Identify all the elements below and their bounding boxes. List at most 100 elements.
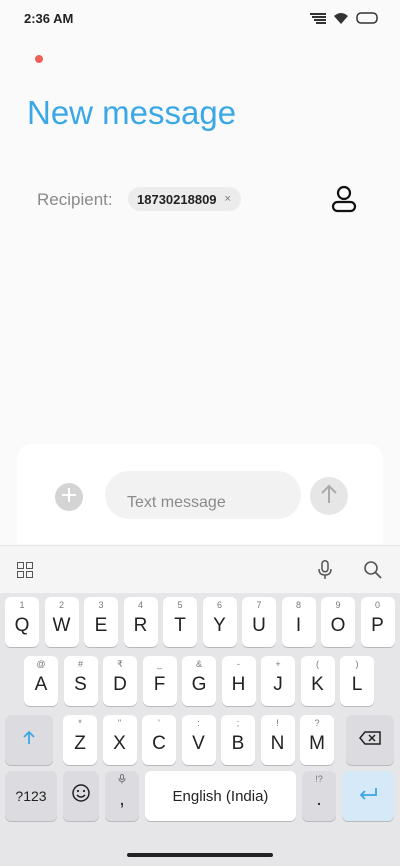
attach-button[interactable] [55,483,83,511]
key-hint: & [195,659,202,669]
key-label: U [252,615,266,636]
key-v[interactable]: :V [181,715,216,765]
shift-arrow-icon [22,729,36,751]
emoji-key[interactable] [63,771,99,821]
key-hint: ; [236,718,240,728]
signal-bars-icon [310,11,326,29]
key-y[interactable]: 6Y [202,597,237,647]
key-x[interactable]: " X [102,715,137,765]
key-label: A [34,674,48,695]
key-label: Z [74,733,86,754]
key-o[interactable]: 9O [321,597,355,647]
key-z[interactable]: * Z [63,715,97,765]
symbols-key[interactable]: ?123 [5,771,57,821]
key-hint: 6 [216,600,222,610]
key-hint: ' [158,718,160,728]
key-hint: 1 [19,600,25,610]
space-key[interactable]: English (India) [145,771,296,821]
key-label: N [270,733,285,754]
key-d[interactable]: ₹ D [103,656,137,706]
key-label: I [295,615,302,636]
recipient-chip[interactable]: 18730218809 × [128,187,241,211]
keyboard: 1Q2W3E4R5T6Y7U8I9O0P @ A # S ₹ D _ F & G - H + J(K) L … [0,593,400,866]
chip-close-icon[interactable]: × [225,193,231,205]
microphone-icon[interactable] [318,560,332,585]
enter-key[interactable] [342,771,394,821]
key-label: H [231,674,246,695]
page-title: New message [27,94,237,131]
recipient-chip-number: 18730218809 [137,191,217,207]
key-hint: 7 [256,600,262,610]
key-a[interactable]: @ A [24,656,58,706]
recipient-label: Recipient: [37,190,113,209]
key-t[interactable]: 5T [163,597,197,647]
period-hint: !? [315,774,323,784]
key-label: X [113,733,126,754]
key-label: G [191,674,207,695]
person-icon[interactable] [331,185,357,218]
key-e[interactable]: 3E [84,597,118,647]
key-hint: ) [355,659,359,669]
key-f[interactable]: _ F [142,656,177,706]
key-l[interactable]: ) L [340,656,374,706]
key-label: C [152,733,166,754]
key-label: E [94,615,108,636]
compose-panel [17,444,383,544]
key-label: P [371,615,384,636]
home-indicator[interactable] [127,853,273,857]
key-m[interactable]: ? M [300,715,334,765]
comma-mic-hint-icon [105,774,139,786]
key-label: V [192,733,205,754]
key-label: F [153,674,166,695]
status-time: 2:36 AM [24,11,74,26]
key-b[interactable]: ; B [221,715,255,765]
key-label: R [133,615,148,636]
key-r[interactable]: 4R [123,597,158,647]
text-message-input[interactable] [105,471,301,519]
key-k[interactable]: (K [300,656,335,706]
key-w[interactable]: 2W [44,597,79,647]
key-label: J [273,674,283,695]
backspace-key[interactable] [346,715,394,765]
recording-indicator-dot [35,55,43,63]
key-h[interactable]: -H [221,656,256,706]
period-label: . [316,789,322,810]
key-label: L [351,674,363,695]
wifi-icon [334,11,348,29]
key-c[interactable]: ' C [142,715,176,765]
key-g[interactable]: & G [182,656,216,706]
send-button[interactable] [310,477,348,515]
grid-icon[interactable] [17,562,33,583]
key-label: M [309,733,325,754]
key-n[interactable]: ! N [260,715,295,765]
key-hint: _ [156,659,162,669]
emoji-icon [72,784,90,808]
plus-icon [62,487,76,507]
key-hint: : [197,718,200,728]
key-hint: 0 [374,600,380,610]
comma-label: , [119,789,125,810]
key-hint: # [77,659,83,669]
status-icons [310,11,378,29]
key-u[interactable]: 7U [242,597,276,647]
search-icon[interactable] [363,560,382,584]
key-hint: 4 [137,600,143,610]
key-label: T [174,615,186,636]
key-hint: ₹ [117,659,123,669]
recipient-row: Recipient: 18730218809 × [37,183,367,217]
comma-key[interactable]: , [105,771,139,821]
key-p[interactable]: 0P [360,597,395,647]
key-hint: 5 [177,600,183,610]
key-label: S [74,674,87,695]
key-hint: 9 [335,600,341,610]
keyboard-toolbar [0,545,400,594]
enter-icon [358,785,378,807]
key-i[interactable]: 8I [281,597,316,647]
key-s[interactable]: # S [63,656,98,706]
period-key[interactable]: !? . [302,771,336,821]
key-label: O [330,615,346,636]
key-hint: ( [316,659,319,669]
key-q[interactable]: 1Q [5,597,39,647]
shift-key[interactable] [5,715,53,765]
key-j[interactable]: + J [261,656,295,706]
